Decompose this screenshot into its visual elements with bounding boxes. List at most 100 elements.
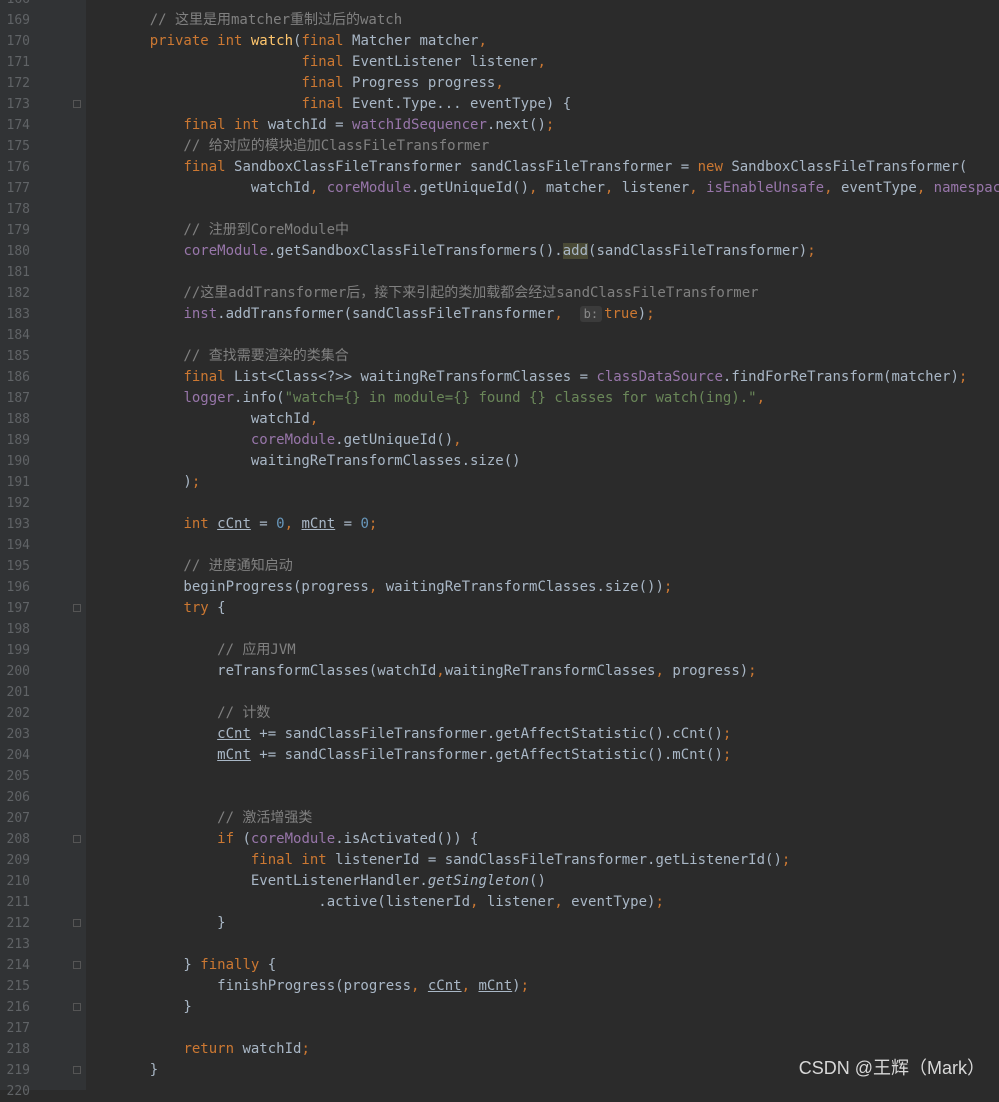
code-line[interactable]: 220	[0, 1081, 999, 1102]
code-line[interactable]: 199 // 应用JVM	[0, 640, 999, 661]
code-text: if (coreModule.isActivated()) {	[116, 829, 478, 850]
code-line[interactable]: 190 waitingReTransformClasses.size()	[0, 451, 999, 472]
code-line[interactable]: 188 watchId,	[0, 409, 999, 430]
code-line[interactable]: 200 reTransformClasses(watchId,waitingRe…	[0, 661, 999, 682]
line-number: 215	[6, 979, 30, 994]
code-token: mCnt	[301, 516, 336, 532]
code-line[interactable]: 198	[0, 619, 999, 640]
code-token: try	[183, 600, 218, 616]
code-line[interactable]: 172 final Progress progress,	[0, 73, 999, 94]
line-number: 209	[6, 853, 30, 868]
code-token: ,	[537, 54, 546, 70]
code-line[interactable]: 212 }	[0, 913, 999, 934]
line-number: 174	[6, 118, 30, 133]
code-token: add	[562, 243, 589, 259]
code-line[interactable]: 203 cCnt += sandClassFileTransformer.get…	[0, 724, 999, 745]
code-line[interactable]: 207 // 激活增强类	[0, 808, 999, 829]
code-line[interactable]: 166	[0, 0, 999, 10]
fold-marker-icon[interactable]	[73, 1003, 81, 1011]
fold-marker-icon[interactable]	[73, 604, 81, 612]
code-text: //这里addTransformer后，接下来引起的类加载都会经过sandCla…	[116, 283, 758, 304]
code-line[interactable]: 211 .active(listenerId, listener, eventT…	[0, 892, 999, 913]
code-token: waitingReTransformClasses	[444, 663, 656, 679]
code-line[interactable]: 186 final List<Class<?>> waitingReTransf…	[0, 367, 999, 388]
line-number: 176	[6, 160, 30, 175]
code-token: watchId	[116, 411, 310, 427]
fold-marker-icon[interactable]	[73, 1066, 81, 1074]
code-line[interactable]: 183 inst.addTransformer(sandClassFileTra…	[0, 304, 999, 325]
code-line[interactable]: 182 //这里addTransformer后，接下来引起的类加载都会经过san…	[0, 283, 999, 304]
code-line[interactable]: 170 private int watch(final Matcher matc…	[0, 31, 999, 52]
code-token: .getUniqueId()	[411, 180, 530, 196]
code-line[interactable]: 217	[0, 1018, 999, 1039]
code-line[interactable]: 216 }	[0, 997, 999, 1018]
code-line[interactable]: 175 // 给对应的模块追加ClassFileTransformer	[0, 136, 999, 157]
code-line[interactable]: 176 final SandboxClassFileTransformer sa…	[0, 157, 999, 178]
code-line[interactable]: 184	[0, 325, 999, 346]
line-number: 206	[6, 790, 30, 805]
code-token: final	[301, 54, 353, 70]
code-line[interactable]: 204 mCnt += sandClassFileTransformer.get…	[0, 745, 999, 766]
fold-marker-icon[interactable]	[73, 835, 81, 843]
code-token: += sandClassFileTransformer.getAffectSta…	[250, 747, 723, 763]
code-line[interactable]: 213	[0, 934, 999, 955]
code-token: ,	[461, 978, 479, 994]
code-token: watchId	[242, 1041, 302, 1057]
code-line[interactable]: 194	[0, 535, 999, 556]
code-line[interactable]: 206	[0, 787, 999, 808]
code-line[interactable]: 202 // 计数	[0, 703, 999, 724]
fold-marker-icon[interactable]	[73, 100, 81, 108]
code-line[interactable]: 193 int cCnt = 0, mCnt = 0;	[0, 514, 999, 535]
code-line[interactable]: 208 if (coreModule.isActivated()) {	[0, 829, 999, 850]
code-line[interactable]: 173 final Event.Type... eventType) {	[0, 94, 999, 115]
line-number: 177	[6, 181, 30, 196]
code-line[interactable]: 178	[0, 199, 999, 220]
code-token: mCnt	[478, 978, 513, 994]
code-token: listener	[621, 180, 690, 196]
fold-marker-icon[interactable]	[73, 961, 81, 969]
code-text: } finally {	[116, 955, 276, 976]
line-number: 202	[6, 706, 30, 721]
code-token: getSingleton	[427, 873, 530, 889]
fold-marker-icon[interactable]	[73, 919, 81, 927]
code-token: {	[217, 600, 226, 616]
code-line[interactable]: 205	[0, 766, 999, 787]
code-token: final	[183, 369, 235, 385]
code-line[interactable]: 214 } finally {	[0, 955, 999, 976]
code-token: ,	[309, 180, 327, 196]
code-line[interactable]: 169 // 这里是用matcher重制过后的watch	[0, 10, 999, 31]
code-line[interactable]: 197 try {	[0, 598, 999, 619]
code-token: .getSandboxClassFileTransformers().	[267, 243, 563, 259]
code-line[interactable]: 187 logger.info("watch={} in module={} f…	[0, 388, 999, 409]
code-text: inst.addTransformer(sandClassFileTransfo…	[116, 304, 655, 325]
code-token: ;	[722, 726, 732, 742]
line-number: 191	[6, 475, 30, 490]
watermark: CSDN @王辉（Mark）	[798, 1058, 985, 1078]
code-line[interactable]: 174 final int watchId = watchIdSequencer…	[0, 115, 999, 136]
code-line[interactable]: 201	[0, 682, 999, 703]
code-line[interactable]: 195 // 进度通知启动	[0, 556, 999, 577]
code-line[interactable]: 209 final int listenerId = sandClassFile…	[0, 850, 999, 871]
code-line[interactable]: 181	[0, 262, 999, 283]
code-line[interactable]: 177 watchId, coreModule.getUniqueId(), m…	[0, 178, 999, 199]
code-line[interactable]: 189 coreModule.getUniqueId(),	[0, 430, 999, 451]
code-token: .isActivated()) {	[335, 831, 479, 847]
code-line[interactable]: 215 finishProgress(progress, cCnt, mCnt)…	[0, 976, 999, 997]
code-line[interactable]: 192	[0, 493, 999, 514]
code-line[interactable]: 210 EventListenerHandler.getSingleton()	[0, 871, 999, 892]
line-number: 213	[6, 937, 30, 952]
code-line[interactable]: 196 beginProgress(progress, waitingReTra…	[0, 577, 999, 598]
code-line[interactable]: 185 // 查找需要渲染的类集合	[0, 346, 999, 367]
code-line[interactable]: 180 coreModule.getSandboxClassFileTransf…	[0, 241, 999, 262]
line-number: 203	[6, 727, 30, 742]
code-token: ;	[655, 894, 664, 910]
code-text: );	[116, 472, 200, 493]
code-line[interactable]: 171 final EventListener listener,	[0, 52, 999, 73]
code-token: ;	[301, 1041, 310, 1057]
code-line[interactable]: 191 );	[0, 472, 999, 493]
code-line[interactable]: 179 // 注册到CoreModule中	[0, 220, 999, 241]
